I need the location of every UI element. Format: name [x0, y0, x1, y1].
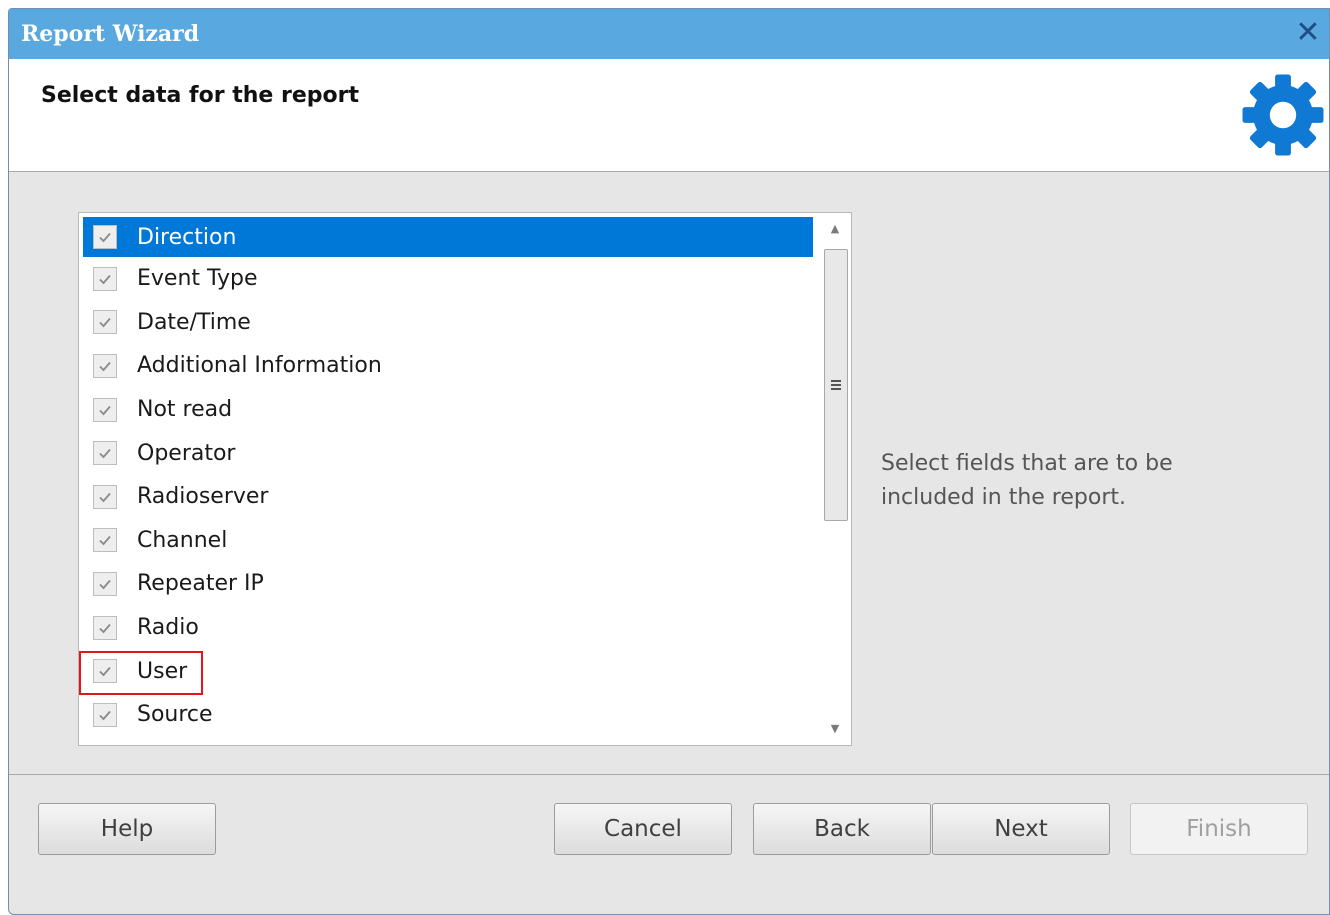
report-wizard-window: Report Wizard ✕ Select data for the repo… [8, 8, 1330, 915]
list-item[interactable]: User [79, 649, 813, 695]
list-item[interactable]: Repeater IP [83, 562, 813, 606]
list-item[interactable]: Event Type [83, 257, 813, 301]
back-button[interactable]: Back [753, 803, 931, 855]
checkbox[interactable] [93, 659, 117, 684]
footer-divider [9, 774, 1329, 775]
instruction-text: Select fields that are to be included in… [881, 451, 1173, 510]
checkbox[interactable] [93, 615, 117, 640]
checkbox[interactable] [93, 528, 117, 553]
checkbox[interactable] [93, 484, 117, 509]
list-item[interactable]: Radioserver [83, 475, 813, 519]
list-item[interactable]: Not read [83, 388, 813, 432]
next-button[interactable]: Next [932, 803, 1110, 855]
wizard-header: Select data for the report [9, 59, 1329, 172]
close-icon[interactable]: ✕ [1293, 17, 1323, 49]
list-item[interactable]: Additional Information [83, 344, 813, 388]
list-item[interactable]: Operator [83, 431, 813, 475]
list-item-label: Event Type [137, 266, 258, 292]
cancel-button[interactable]: Cancel [554, 803, 732, 855]
list-item-label: Not read [137, 397, 233, 423]
checkbox[interactable] [93, 353, 117, 378]
list-item-label: Radioserver [137, 484, 269, 510]
checkmark-icon [99, 710, 111, 721]
checkmark-icon [99, 449, 111, 459]
grip-icon [831, 380, 841, 390]
checkbox[interactable] [93, 571, 117, 596]
checkmark-icon [99, 492, 111, 503]
finish-button[interactable]: Finish [1130, 803, 1308, 855]
checkmark-icon [99, 579, 111, 590]
page-title: Select data for the report [41, 83, 360, 108]
list-item-label: Additional Information [137, 353, 382, 379]
list-item[interactable]: Radio [83, 606, 813, 650]
list-item-label: Channel [137, 527, 228, 553]
checkmark-icon [99, 232, 111, 243]
list-item-label: User [137, 658, 188, 684]
checkbox[interactable] [93, 441, 117, 466]
scrollbar-thumb[interactable] [824, 249, 848, 521]
window-title: Report Wizard [21, 21, 200, 47]
list-item-label: Source [137, 702, 213, 728]
list-item[interactable]: Direction [83, 217, 813, 257]
checkbox[interactable] [93, 266, 117, 291]
list-item-label: Direction [137, 224, 237, 250]
fields-listbox[interactable]: Direction Event Type Date/Time Additional I… [78, 212, 852, 746]
list-item[interactable]: Date/Time [83, 301, 813, 345]
vertical-scrollbar[interactable]: ▲ ▼ [821, 215, 849, 743]
list-item-label: Radio [137, 615, 199, 641]
title-bar[interactable]: Report Wizard ✕ [9, 9, 1329, 59]
help-button[interactable]: Help [38, 803, 216, 855]
fields-list: Direction Event Type Date/Time Additional I… [79, 217, 813, 737]
checkmark-icon [99, 274, 111, 285]
gear-icon [1242, 74, 1324, 156]
checkmark-icon [99, 536, 111, 546]
checkmark-icon [99, 623, 111, 633]
list-item-label: Operator [137, 440, 236, 466]
scroll-down-arrow-icon[interactable]: ▼ [821, 715, 849, 743]
checkbox[interactable] [93, 310, 117, 335]
checkbox[interactable] [93, 397, 117, 422]
checkmark-icon [99, 361, 111, 372]
scroll-up-arrow-icon[interactable]: ▲ [821, 215, 849, 243]
checkbox[interactable] [93, 225, 117, 249]
checkmark-icon [99, 318, 111, 328]
checkmark-icon [99, 405, 111, 415]
checkmark-icon [99, 667, 111, 677]
checkbox[interactable] [93, 702, 117, 727]
list-item-label: Date/Time [137, 309, 251, 335]
list-item-label: Repeater IP [137, 571, 264, 597]
list-item[interactable]: Channel [83, 519, 813, 563]
list-item[interactable]: Source [83, 693, 813, 737]
